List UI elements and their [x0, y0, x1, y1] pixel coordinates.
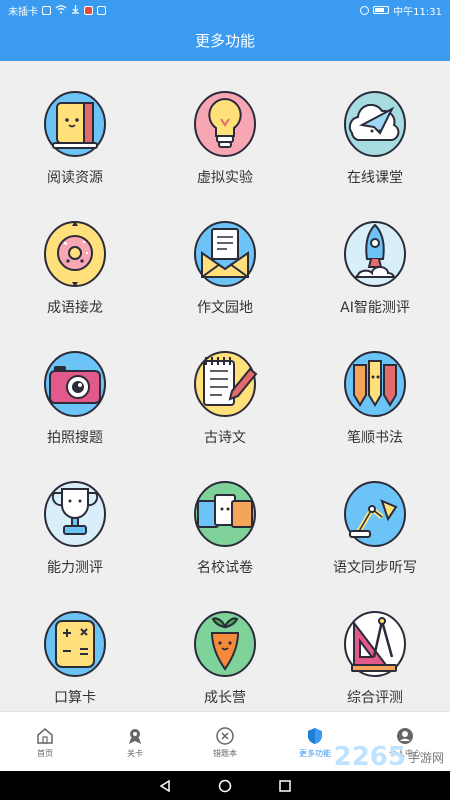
system-nav-bar	[0, 771, 450, 800]
back-icon[interactable]	[158, 779, 172, 793]
tab-home[interactable]: 首页	[0, 712, 90, 771]
feature-label: 作文园地	[197, 300, 253, 316]
feature-comprehensive-test[interactable]: 综合评测	[300, 581, 450, 711]
watermark-number: 2265	[333, 742, 406, 772]
feature-label: 笔顺书法	[347, 430, 403, 446]
feature-ancient-poetry[interactable]: 古诗文	[150, 321, 300, 451]
app-notification-icon	[84, 5, 93, 15]
app-notification-icon	[97, 5, 106, 15]
feature-virtual-experiment[interactable]: 虚拟实验	[150, 61, 300, 191]
desk-lamp-icon	[344, 481, 406, 547]
tab-label: 更多功能	[299, 749, 331, 758]
donut-icon	[44, 221, 106, 287]
feature-ability-test[interactable]: 能力测评	[0, 451, 150, 581]
feature-label: 综合评测	[347, 690, 403, 706]
ruler-compass-icon	[344, 611, 406, 677]
wifi-icon	[55, 4, 67, 17]
watermark: 2265 手游网	[334, 742, 444, 772]
feature-dictation[interactable]: 语文同步听写	[300, 451, 450, 581]
rocket-icon	[344, 221, 406, 287]
feature-label: 口算卡	[54, 690, 96, 706]
home-button-icon[interactable]	[218, 779, 232, 793]
feature-photo-search[interactable]: 拍照搜题	[0, 321, 150, 451]
tab-label: 错题本	[213, 749, 237, 758]
tab-mistakes[interactable]: 错题本	[180, 712, 270, 771]
feature-label: 拍照搜题	[47, 430, 103, 446]
notebook-pen-icon	[194, 351, 258, 417]
home-icon	[37, 728, 53, 744]
lightbulb-icon	[194, 91, 256, 157]
status-bar: 未插卡 中午11:31	[0, 0, 450, 20]
sim-status-text: 未插卡	[8, 6, 38, 18]
feature-grid: 阅读资源 虚拟实验 在线课堂 成语接龙 作文园地 AI智能测评 拍照搜题 古诗文…	[0, 61, 450, 711]
feature-label: 名校试卷	[197, 560, 253, 576]
download-icon	[71, 4, 80, 17]
shield-icon	[308, 728, 322, 744]
medal-icon	[129, 729, 141, 744]
feature-reading-resources[interactable]: 阅读资源	[0, 61, 150, 191]
feature-composition[interactable]: 作文园地	[150, 191, 300, 321]
feature-label: 古诗文	[204, 430, 246, 446]
carrot-icon	[194, 611, 256, 677]
feature-mental-arithmetic[interactable]: 口算卡	[0, 581, 150, 711]
feature-top-school-papers[interactable]: 名校试卷	[150, 451, 300, 581]
vibrate-icon	[360, 5, 370, 15]
top-bar: 更多功能	[0, 20, 450, 61]
book-icon	[44, 91, 106, 157]
tab-label: 首页	[37, 749, 53, 758]
feature-ai-assessment[interactable]: AI智能测评	[300, 191, 450, 321]
status-right: 中午11:31	[360, 3, 442, 18]
feature-online-class[interactable]: 在线课堂	[300, 61, 450, 191]
feature-growth-camp[interactable]: 成长营	[150, 581, 300, 711]
feature-label: 语文同步听写	[333, 560, 417, 576]
trophy-icon	[44, 481, 106, 547]
recents-icon[interactable]	[278, 779, 292, 793]
feature-label: AI智能测评	[340, 300, 410, 316]
paper-plane-icon	[344, 91, 406, 157]
tab-levels[interactable]: 关卡	[90, 712, 180, 771]
feature-label: 阅读资源	[47, 170, 103, 186]
page-title: 更多功能	[194, 32, 255, 50]
feature-label: 在线课堂	[347, 170, 403, 186]
letter-icon	[194, 221, 256, 287]
tab-label: 关卡	[127, 749, 143, 758]
status-left: 未插卡	[8, 3, 106, 18]
close-circle-icon	[216, 727, 234, 745]
sim-icon	[42, 5, 51, 15]
feature-label: 虚拟实验	[197, 170, 253, 186]
battery-icon	[373, 6, 390, 14]
status-time: 中午11:31	[393, 6, 442, 18]
pencils-icon	[344, 351, 406, 417]
feature-stroke-calligraphy[interactable]: 笔顺书法	[300, 321, 450, 451]
watermark-text: 手游网	[407, 750, 444, 765]
feature-idiom-chain[interactable]: 成语接龙	[0, 191, 150, 321]
camera-icon	[44, 351, 106, 417]
feature-label: 成长营	[204, 690, 246, 706]
feature-label: 成语接龙	[47, 300, 103, 316]
calculator-icon	[44, 611, 106, 677]
feature-label: 能力测评	[47, 560, 103, 576]
exam-papers-icon	[194, 481, 256, 547]
